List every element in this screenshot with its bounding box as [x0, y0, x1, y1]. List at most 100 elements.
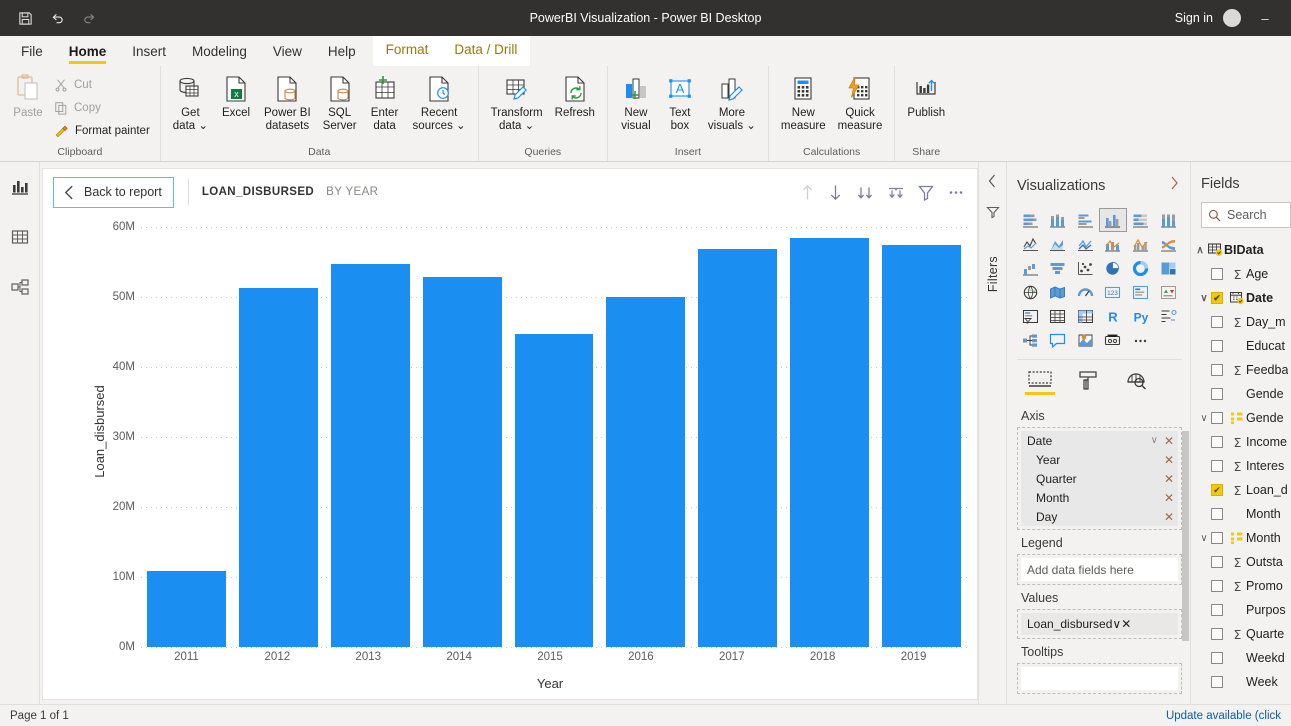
stacked-column-chart-icon[interactable] [1045, 209, 1071, 231]
field-row[interactable]: Weekd [1191, 646, 1291, 670]
axis-well-item[interactable]: Month ✕ [1021, 488, 1178, 507]
more-visuals-button[interactable]: More visuals ⌄ [702, 69, 762, 135]
decomposition-tree-icon[interactable] [1017, 329, 1043, 351]
field-row[interactable]: Purpos [1191, 598, 1291, 622]
avatar[interactable] [1223, 9, 1241, 27]
field-row[interactable]: Educat [1191, 334, 1291, 358]
field-row[interactable]: Σ Income [1191, 430, 1291, 454]
field-checkbox[interactable] [1211, 532, 1223, 544]
fields-tab[interactable] [1025, 370, 1055, 397]
rail-item-model-view[interactable] [5, 272, 35, 302]
pie-chart-icon[interactable] [1100, 257, 1126, 279]
new-visual-button[interactable]: New visual [614, 69, 658, 135]
field-row[interactable]: Σ Day_m [1191, 310, 1291, 334]
chart-region[interactable]: Loan_disbursed 0M 10M 20M 30M 40M 50M 60M 2011… [43, 215, 977, 699]
bar[interactable] [514, 334, 594, 647]
transform-data-button[interactable]: Transform data ⌄ [485, 69, 549, 135]
map-icon[interactable] [1017, 281, 1043, 303]
chevron-down-icon[interactable]: ∨ [1151, 435, 1158, 446]
field-row[interactable]: ∨ Gende [1191, 406, 1291, 430]
paginated-report-icon[interactable] [1100, 329, 1126, 351]
publish-button[interactable]: Publish [901, 69, 951, 122]
field-checkbox[interactable] [1211, 388, 1223, 400]
ribbon-tab-data-drill[interactable]: Data / Drill [441, 36, 531, 66]
slicer-icon[interactable] [1017, 305, 1043, 327]
enter-data-button[interactable]: Enter data [363, 69, 407, 135]
field-checkbox[interactable] [1211, 412, 1223, 424]
r-script-visual-icon[interactable]: R [1100, 305, 1126, 327]
field-wells[interactable]: Axis Date ∨ ✕ Year ✕ Quarter ✕ Month ✕ Day ✕ Legen… [1007, 403, 1190, 704]
bar-column[interactable] [600, 227, 692, 647]
chevron-up-icon[interactable]: ∧ [1193, 245, 1207, 256]
bar[interactable] [606, 297, 686, 647]
field-checkbox[interactable] [1211, 604, 1223, 616]
gauge-icon[interactable] [1072, 281, 1098, 303]
field-checkbox[interactable] [1211, 580, 1223, 592]
remove-field-icon[interactable]: ✕ [1121, 617, 1131, 631]
field-checkbox[interactable] [1211, 556, 1223, 568]
field-row[interactable]: Σ Quarte [1191, 622, 1291, 646]
field-checkbox[interactable]: ✔ [1211, 484, 1223, 496]
ribbon-chart-icon[interactable] [1155, 233, 1181, 255]
axis-well-item[interactable]: Year ✕ [1021, 450, 1178, 469]
bar-column[interactable] [875, 227, 967, 647]
fields-tree[interactable]: ∧ BIData Σ Age ∨ ✔ Date Σ Day_m Educat Σ Feedba Gend… [1191, 228, 1291, 704]
bar-column[interactable] [325, 227, 417, 647]
go-to-next-level-icon[interactable] [856, 184, 874, 201]
chevron-right-icon[interactable] [1169, 176, 1180, 195]
bar[interactable] [789, 238, 869, 647]
ribbon-tab-modeling[interactable]: Modeling [179, 40, 260, 66]
drill-down-toggle-icon[interactable] [828, 184, 843, 201]
new-measure-button[interactable]: New measure [775, 69, 832, 135]
rail-item-report-view[interactable] [5, 172, 35, 202]
ribbon-tab-help[interactable]: Help [315, 40, 369, 66]
clustered-column-chart-icon[interactable] [1098, 208, 1127, 232]
fields-table-row[interactable]: ∧ BIData [1191, 238, 1291, 262]
field-checkbox[interactable]: ✔ [1211, 292, 1223, 304]
field-row[interactable]: Σ Interes [1191, 454, 1291, 478]
area-chart-icon[interactable] [1045, 233, 1071, 255]
chevron-down-icon[interactable]: ∨ [1197, 533, 1211, 544]
ribbon-tab-view[interactable]: View [260, 40, 315, 66]
save-icon[interactable] [10, 5, 40, 31]
line-chart-icon[interactable] [1017, 233, 1043, 255]
more-options-icon[interactable] [947, 184, 965, 201]
chevron-down-icon[interactable]: ∨ [1197, 413, 1211, 424]
field-row[interactable]: ∨ ✔ Date [1191, 286, 1291, 310]
back-to-report-button[interactable]: Back to report [53, 176, 174, 208]
field-row[interactable]: Σ Outsta [1191, 550, 1291, 574]
expand-all-down-icon[interactable] [887, 184, 905, 201]
remove-field-icon[interactable]: ✕ [1164, 472, 1174, 486]
format-painter-button[interactable]: Format painter [50, 119, 154, 142]
scatter-chart-icon[interactable] [1072, 257, 1098, 279]
ribbon-tab-insert[interactable]: Insert [119, 40, 179, 66]
excel-button[interactable]: x Excel [214, 69, 258, 122]
kpi-icon[interactable] [1155, 281, 1181, 303]
waterfall-chart-icon[interactable] [1017, 257, 1043, 279]
line-and-clustered-column-chart-icon[interactable] [1128, 233, 1154, 255]
table-icon[interactable] [1045, 305, 1071, 327]
field-row[interactable]: Σ Age [1191, 262, 1291, 286]
field-row[interactable]: Σ Feedba [1191, 358, 1291, 382]
field-row[interactable]: Month [1191, 502, 1291, 526]
axis-well-item[interactable]: Quarter ✕ [1021, 469, 1178, 488]
tooltips-well[interactable] [1017, 663, 1182, 694]
ribbon-tab-format[interactable]: Format [372, 36, 442, 66]
bar-column[interactable] [692, 227, 784, 647]
get-more-visuals-icon[interactable] [1128, 329, 1154, 351]
field-checkbox[interactable] [1211, 460, 1223, 472]
field-checkbox[interactable] [1211, 316, 1223, 328]
rail-item-data-view[interactable] [5, 222, 35, 252]
field-checkbox[interactable] [1211, 436, 1223, 448]
axis-well-item[interactable]: Day ✕ [1021, 507, 1178, 526]
legend-well[interactable]: Add data fields here [1017, 554, 1182, 585]
chevron-left-icon[interactable] [987, 174, 998, 191]
matrix-icon[interactable] [1072, 305, 1098, 327]
powerbi-datasets-button[interactable]: Power BI datasets [258, 69, 317, 135]
card-icon[interactable]: 123 [1100, 281, 1126, 303]
chevron-down-icon[interactable]: ∨ [1197, 293, 1211, 304]
bar-column[interactable] [233, 227, 325, 647]
bar-column[interactable] [141, 227, 233, 647]
visualizations-pane-scrollbar[interactable] [1182, 431, 1189, 641]
field-row[interactable]: Σ Promo [1191, 574, 1291, 598]
